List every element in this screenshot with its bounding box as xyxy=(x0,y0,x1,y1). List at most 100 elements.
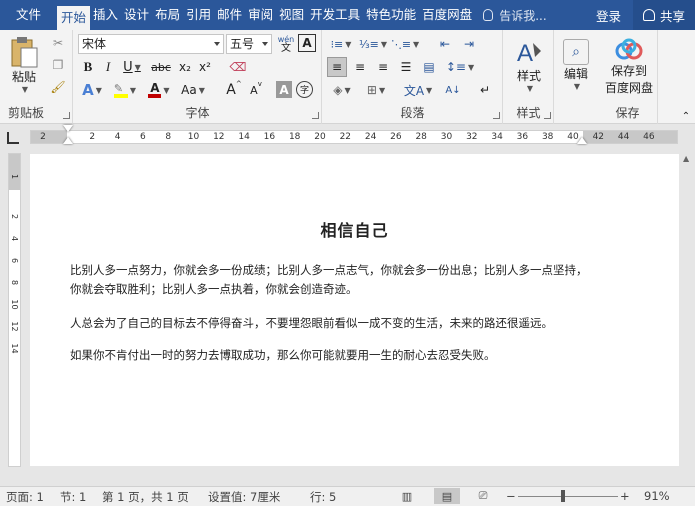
font-color-button[interactable]: A ▼ xyxy=(144,80,174,100)
sort-button[interactable]: A↓ xyxy=(443,80,463,100)
chevron-down-icon: ▼ xyxy=(344,85,351,95)
tab-insert[interactable]: 插入 xyxy=(90,0,121,30)
bullets-button[interactable]: ⁝≡ ▼ xyxy=(327,34,355,54)
decrease-indent-button[interactable]: ⇤ xyxy=(435,34,455,54)
numbering-button[interactable]: ⅓≡ ▼ xyxy=(359,34,387,54)
zoom-slider-thumb[interactable] xyxy=(561,490,565,502)
superscript-button[interactable]: x² xyxy=(196,57,214,77)
tell-me-text: 告诉我... xyxy=(499,8,547,23)
highlight-button[interactable]: ✎ ▼ xyxy=(110,80,140,100)
right-indent-marker[interactable] xyxy=(577,137,587,144)
font-size-select[interactable]: 五号 xyxy=(226,34,272,54)
tab-file[interactable]: 文件 xyxy=(0,0,57,30)
vertical-ruler[interactable]: 1 2 4 6 8 10 12 14 xyxy=(8,153,21,467)
share-button[interactable]: 共享 xyxy=(632,0,695,30)
underline-button[interactable]: U ▼ xyxy=(119,57,145,77)
print-layout-button[interactable]: ▤ xyxy=(434,488,460,504)
tab-design[interactable]: 设计 xyxy=(121,0,152,30)
editing-button[interactable]: ⌕ 编辑 ▼ xyxy=(557,34,595,96)
read-mode-button[interactable]: ▥ xyxy=(398,488,416,504)
shrink-font-button[interactable]: Av xyxy=(246,80,266,100)
vruler-tick-label: 6 xyxy=(10,257,19,264)
login-button[interactable]: 登录 xyxy=(596,6,621,25)
status-page[interactable]: 页面: 1 xyxy=(6,489,44,505)
tab-mailings[interactable]: 邮件 xyxy=(214,0,245,30)
cut-button[interactable]: ✂ xyxy=(48,34,68,52)
tab-references[interactable]: 引用 xyxy=(183,0,214,30)
styles-icon: A xyxy=(517,40,541,67)
enclose-characters-button[interactable]: 字 xyxy=(296,81,313,98)
show-marks-button[interactable]: ↵ xyxy=(475,80,495,100)
first-line-indent-marker[interactable] xyxy=(63,125,73,132)
subscript-button[interactable]: x₂ xyxy=(176,57,194,77)
tab-baidu[interactable]: 百度网盘 xyxy=(419,0,475,30)
character-border-button[interactable]: A xyxy=(298,34,316,52)
align-center-button[interactable]: ≡ xyxy=(350,57,370,77)
hanging-indent-marker[interactable] xyxy=(63,137,73,144)
zoom-out-button[interactable]: − xyxy=(506,489,516,503)
borders-button[interactable]: ⊞ ▼ xyxy=(361,80,391,100)
scissors-icon: ✂ xyxy=(52,36,64,50)
clipboard-icon xyxy=(11,37,38,68)
line-spacing-button[interactable]: ↕≡ ▼ xyxy=(445,57,475,77)
distributed-button[interactable]: ▤ xyxy=(419,57,439,77)
chevron-down-icon: ▼ xyxy=(21,85,29,94)
paste-button[interactable]: 粘贴 ▼ xyxy=(4,34,44,96)
vruler-tick-label: 8 xyxy=(10,279,19,286)
document-page[interactable]: 相信自己 比别人多一点努力，你就会多一份成绩；比别人多一点志气，你就会多一份出息… xyxy=(30,154,679,466)
tab-review[interactable]: 审阅 xyxy=(245,0,276,30)
tab-selector[interactable] xyxy=(7,132,19,144)
phonetic-guide-button[interactable]: wén 文 xyxy=(276,33,296,55)
styles-launcher-icon[interactable] xyxy=(544,112,551,119)
tab-special[interactable]: 特色功能 xyxy=(363,0,419,30)
chevron-down-icon: ▼ xyxy=(163,85,170,95)
zoom-slider-track[interactable] xyxy=(518,496,618,497)
copy-button[interactable]: ❐ xyxy=(48,56,68,74)
multilevel-list-button[interactable]: ⋱≡ ▼ xyxy=(391,34,419,54)
collapse-ribbon-button[interactable]: ⌃ xyxy=(680,110,692,122)
underline-label: U xyxy=(123,59,133,75)
font-launcher-icon[interactable] xyxy=(312,112,319,119)
horizontal-ruler[interactable]: 2 2 4 6 8 10 12 14 16 18 20 22 24 26 28 30 32 34 36 38 40 42 4… xyxy=(30,125,678,144)
align-left-button[interactable]: ≡ xyxy=(327,57,347,77)
font-name-select[interactable]: 宋体 xyxy=(78,34,224,54)
change-case-button[interactable]: Aa ▼ xyxy=(178,80,208,100)
grow-font-button[interactable]: A ^ xyxy=(224,80,244,100)
group-styles: A 样式 ▼ 样式 xyxy=(504,30,554,124)
status-pages[interactable]: 第 1 页，共 1 页 xyxy=(102,489,189,505)
ruler-tick-label: 34 xyxy=(491,132,503,142)
justify-button[interactable]: ☰ xyxy=(396,57,416,77)
status-line[interactable]: 行: 5 xyxy=(310,489,336,505)
tab-home[interactable]: 开始 xyxy=(57,6,91,30)
italic-button[interactable]: I xyxy=(98,57,118,77)
tab-layout[interactable]: 布局 xyxy=(152,0,183,30)
align-right-button[interactable]: ≡ xyxy=(373,57,393,77)
status-setting[interactable]: 设置值: 7厘米 xyxy=(208,489,280,505)
tell-me-search[interactable]: 告诉我... xyxy=(483,7,547,24)
tab-developer[interactable]: 开发工具 xyxy=(307,0,363,30)
increase-indent-button[interactable]: ⇥ xyxy=(459,34,479,54)
scroll-up-icon[interactable]: ▲ xyxy=(683,154,689,163)
shading-button[interactable]: ◈ ▼ xyxy=(327,80,357,100)
chevron-down-icon: ▼ xyxy=(378,85,386,95)
align-center-icon: ≡ xyxy=(354,60,366,74)
tab-view[interactable]: 视图 xyxy=(276,0,307,30)
strikethrough-button[interactable]: abc xyxy=(148,57,174,77)
format-painter-button[interactable]: 🖌 xyxy=(48,78,68,96)
zoom-level[interactable]: 91% xyxy=(644,489,670,503)
text-effects-button[interactable]: A ▼ xyxy=(78,80,106,100)
clipboard-launcher-icon[interactable] xyxy=(63,112,70,119)
web-layout-button[interactable]: ⎚ xyxy=(474,488,492,504)
vertical-scrollbar[interactable]: ▲ xyxy=(679,150,695,486)
character-shading-button[interactable]: A xyxy=(276,81,292,98)
status-section[interactable]: 节: 1 xyxy=(60,489,86,505)
chinese-layout-button[interactable]: 文A ▼ xyxy=(403,80,433,100)
indent-icon: ⇥ xyxy=(463,37,475,51)
save-to-baidu-button[interactable]: 保存到 百度网盘 xyxy=(600,34,658,100)
ribbon: 粘贴 ▼ ✂ ❐ 🖌 剪贴板 宋体 五号 wén 文 A B I U ▼ abc x… xyxy=(0,30,695,124)
bold-button[interactable]: B xyxy=(78,57,98,77)
zoom-in-button[interactable]: + xyxy=(620,489,630,503)
styles-button[interactable]: A 样式 ▼ xyxy=(508,34,550,96)
clear-formatting-button[interactable]: ⌫ xyxy=(228,57,248,77)
paragraph-launcher-icon[interactable] xyxy=(493,112,500,119)
